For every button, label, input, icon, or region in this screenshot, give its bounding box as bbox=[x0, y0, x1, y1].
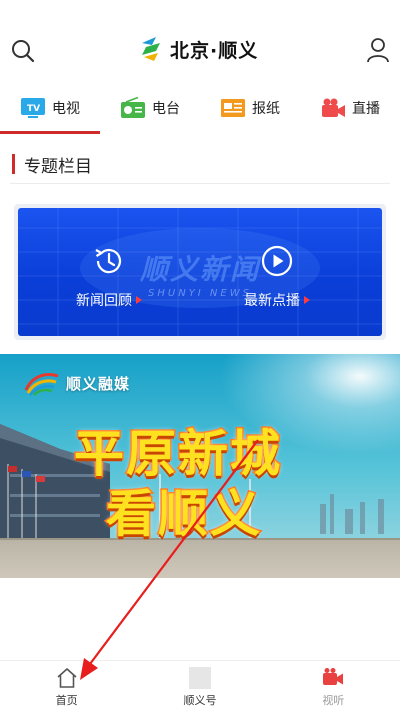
bottom-tab-bar: 首页 顺义号 视听 bbox=[0, 660, 400, 711]
app-header: 北京·顺义 bbox=[0, 0, 400, 82]
tab-shunyihao[interactable]: 顺义号 bbox=[133, 661, 266, 711]
svg-text:TV: TV bbox=[27, 104, 40, 114]
latest-ondemand-button[interactable]: 最新点播 bbox=[244, 244, 310, 310]
promo-headline-line2: 看顺义 bbox=[105, 484, 262, 545]
tab-radio[interactable]: 电台 bbox=[100, 84, 200, 132]
history-clock-icon bbox=[95, 248, 122, 274]
section-title: 专题栏目 bbox=[24, 157, 92, 177]
tab-home[interactable]: 首页 bbox=[0, 661, 133, 711]
tab-radio-label: 电台 bbox=[152, 101, 180, 117]
tab-newspaper[interactable]: 报纸 bbox=[200, 84, 300, 132]
tab-shunyihao-label: 顺义号 bbox=[183, 694, 217, 707]
latest-ondemand-label: 最新点播 bbox=[244, 290, 310, 310]
newspaper-icon bbox=[221, 99, 245, 117]
category-tabs: TV 电视 电台 报纸 直播 bbox=[0, 84, 400, 134]
news-replay-button[interactable]: 新闻回顾 bbox=[76, 244, 142, 310]
banner-watermark-title: 顺义新闻 bbox=[139, 253, 260, 286]
image-placeholder-icon bbox=[188, 667, 211, 689]
news-replay-label: 新闻回顾 bbox=[76, 290, 142, 310]
tv-icon: TV bbox=[21, 98, 45, 118]
video-camera-icon bbox=[323, 668, 344, 685]
home-icon bbox=[57, 668, 77, 688]
radio-icon bbox=[121, 97, 145, 118]
tab-live-label: 直播 bbox=[352, 101, 380, 117]
banner-watermark-subtitle: SHUNYI NEWS bbox=[148, 288, 252, 299]
live-camera-icon bbox=[322, 98, 345, 117]
rongmei-logo-icon bbox=[24, 373, 59, 396]
play-circle-icon bbox=[261, 245, 293, 277]
red-triangle-icon bbox=[136, 296, 142, 304]
app-logo: 北京·顺义 bbox=[138, 32, 258, 66]
tab-shiting-label: 视听 bbox=[322, 694, 345, 707]
promo-brand: 顺义融媒 bbox=[24, 370, 130, 396]
tab-newspaper-label: 报纸 bbox=[252, 101, 280, 117]
user-icon[interactable] bbox=[366, 37, 390, 63]
promo-brand-text: 顺义融媒 bbox=[66, 374, 131, 393]
section-accent-bar bbox=[12, 154, 15, 174]
news-feature-card: 顺义新闻 SHUNYI NEWS 新闻回顾 最新点播 bbox=[14, 204, 386, 340]
tab-live[interactable]: 直播 bbox=[300, 84, 400, 132]
section-header: 专题栏目 bbox=[10, 148, 390, 184]
logo-text: 北京·顺义 bbox=[170, 39, 259, 62]
tab-shiting[interactable]: 视听 bbox=[267, 661, 400, 711]
red-triangle-icon bbox=[304, 296, 310, 304]
tab-tv[interactable]: TV 电视 bbox=[0, 84, 100, 134]
tab-home-label: 首页 bbox=[55, 694, 78, 707]
search-icon[interactable] bbox=[10, 38, 36, 64]
tab-tv-label: 电视 bbox=[52, 101, 80, 117]
news-feature-banner: 顺义新闻 SHUNYI NEWS 新闻回顾 最新点播 bbox=[18, 208, 382, 336]
logo-mark-icon bbox=[142, 37, 160, 61]
